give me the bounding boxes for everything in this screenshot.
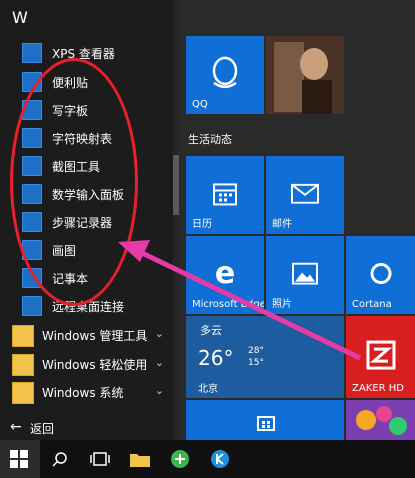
search-button[interactable]: [40, 440, 80, 478]
start-icon: [10, 450, 28, 468]
k-app-button[interactable]: [200, 440, 240, 478]
taskbar: [0, 440, 415, 478]
task-view-button[interactable]: [80, 440, 120, 478]
task-view-icon: [90, 452, 110, 466]
browser-icon: [171, 450, 189, 468]
search-icon: [52, 452, 67, 467]
browser-button[interactable]: [160, 440, 200, 478]
annotation-arrow: [118, 240, 362, 361]
file-explorer-icon: [130, 454, 150, 467]
file-explorer-button[interactable]: [120, 440, 160, 478]
start-button[interactable]: [0, 440, 40, 478]
k-app-icon: [211, 450, 229, 468]
